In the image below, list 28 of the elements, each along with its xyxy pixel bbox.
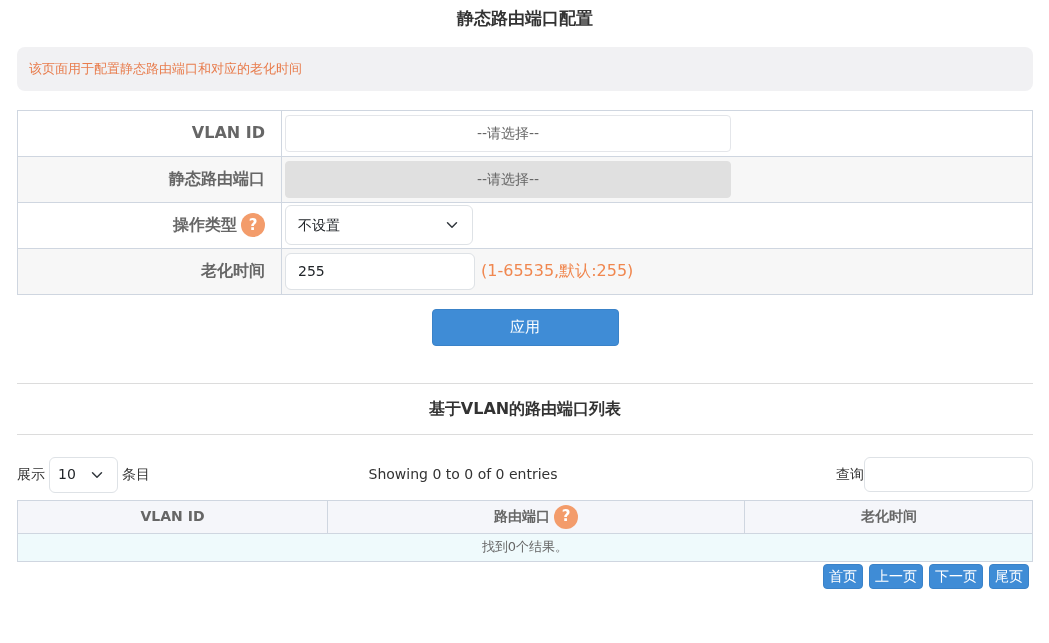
field-label: 操作类型	[173, 214, 237, 234]
show-label: 展示	[17, 465, 45, 484]
pager-button[interactable]: 上一页	[869, 563, 923, 589]
search-field[interactable]	[864, 457, 1033, 492]
entries-info: Showing 0 to 0 of 0 entries	[368, 465, 558, 484]
input-field[interactable]: 255	[285, 252, 475, 290]
column-header: VLAN ID	[17, 500, 328, 533]
dropdown-field[interactable]: 不设置	[285, 205, 473, 245]
search-label: 查询	[836, 465, 864, 484]
empty-message: 找到0个结果。	[17, 533, 1033, 561]
notice-text: 该页面用于配置静态路由端口和对应的老化时间	[17, 47, 1033, 91]
column-header: 老化时间	[744, 500, 1033, 533]
entries-label: 条目	[122, 465, 150, 484]
help-icon: ?	[554, 504, 578, 529]
column-header: 路由端口	[494, 507, 550, 524]
field-label: 静态路由端口	[169, 169, 265, 188]
pager-button[interactable]: 下一页	[929, 563, 983, 589]
pager-button[interactable]: 首页	[823, 563, 863, 589]
section-title: 基于VLAN的路由端口列表	[427, 397, 623, 420]
apply-button[interactable]: 应用	[431, 308, 619, 346]
help-icon: ?	[241, 213, 265, 238]
page-title: 静态路由端口配置	[455, 7, 594, 30]
pager-button[interactable]: 尾页	[989, 563, 1029, 589]
field-label: 老化时间	[201, 261, 265, 280]
field-label: VLAN ID	[191, 123, 265, 142]
page-size-select[interactable]: 10	[49, 456, 118, 493]
dropdown-field[interactable]: --请选择--	[285, 114, 731, 152]
range-hint: (1-65535,默认:255)	[481, 261, 634, 280]
